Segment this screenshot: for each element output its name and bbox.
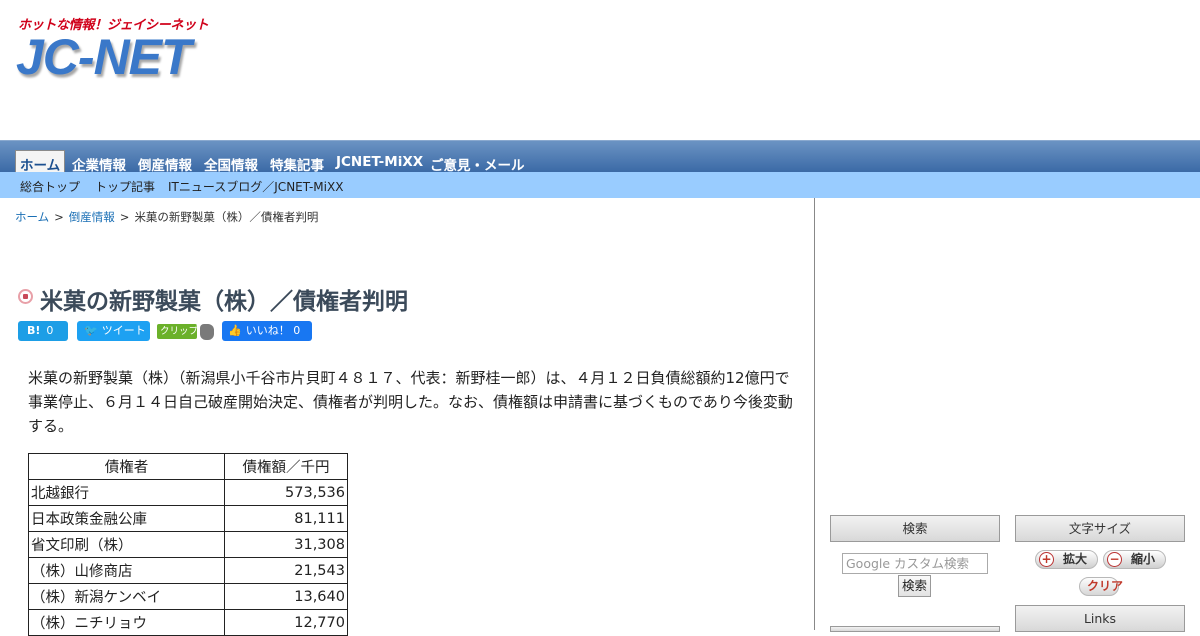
title-bullet-icon — [18, 289, 33, 304]
shrink-label: 縮小 — [1131, 552, 1156, 566]
table-row: 省文印刷（株） 31,308 — [28, 531, 348, 558]
column-header-amount: 債権額／千円 — [224, 453, 348, 480]
nav-item-jcnet-mixx[interactable]: JCNET-MiXX — [336, 154, 423, 170]
creditor-name: 省文印刷（株） — [28, 531, 225, 558]
enlarge-label: 拡大 — [1063, 552, 1088, 566]
site-header: ホットな情報！ジェイシーネット JC-NET — [0, 0, 1200, 140]
sub-nav: 総合トップ トップ記事 ITニュースブログ／JCNET-MiXX — [0, 172, 1200, 198]
nav-item-home[interactable]: ホーム — [15, 150, 66, 174]
plus-icon: + — [1039, 552, 1054, 567]
breadcrumb-current: 米菓の新野製菓（株）／債権者判明 — [134, 210, 319, 224]
subnav-item-it-news[interactable]: ITニュースブログ／JCNET-MiXX — [168, 178, 343, 195]
breadcrumb-category[interactable]: 倒産情報 — [69, 210, 115, 224]
hatena-bookmark-button[interactable]: B! 0 — [18, 321, 68, 341]
main-nav: ホーム 企業情報 倒産情報 全国情報 特集記事 JCNET-MiXX ご意見・メ… — [0, 140, 1200, 174]
creditor-amount: 573,536 — [224, 479, 348, 506]
breadcrumb-home[interactable]: ホーム — [15, 210, 49, 224]
clip-button[interactable]: クリップ — [157, 324, 198, 339]
site-logo[interactable]: ホットな情報！ジェイシーネット JC-NET — [16, 14, 216, 94]
creditor-amount: 81,111 — [224, 505, 348, 532]
nav-item-company[interactable]: 企業情報 — [72, 154, 126, 174]
enlarge-text-button[interactable]: + 拡大 — [1035, 550, 1098, 569]
article-body: 米菓の新野製菓（株）（新潟県小千谷市片貝町４８１７、代表：新野桂一郎）は、４月１… — [28, 369, 793, 435]
nav-item-bankruptcy[interactable]: 倒産情報 — [138, 154, 192, 174]
creditor-name: （株）山修商店 — [28, 557, 225, 584]
tweet-button[interactable]: 🐦 ツイート — [77, 321, 150, 341]
facebook-like-button[interactable]: 👍 いいね！ 0 — [222, 321, 312, 341]
subnav-item-top[interactable]: 総合トップ — [20, 178, 80, 195]
evernote-icon[interactable] — [200, 324, 214, 340]
search-input[interactable]: Google カスタム検索 — [842, 553, 988, 574]
thumbs-up-icon: 👍 — [228, 324, 242, 337]
creditor-name: （株）新潟ケンベイ — [28, 583, 225, 610]
font-size-panel-header: 文字サイズ — [1015, 515, 1185, 542]
creditor-table: 債権者 債権額／千円 北越銀行 573,536 日本政策金融公庫 81,111 … — [28, 453, 348, 636]
breadcrumb-separator: > — [119, 210, 130, 224]
nav-item-features[interactable]: 特集記事 — [270, 154, 324, 174]
shrink-text-button[interactable]: − 縮小 — [1103, 550, 1166, 569]
search-button[interactable]: 検索 — [898, 575, 931, 597]
creditor-amount: 21,543 — [224, 557, 348, 584]
hatena-label: B! — [27, 324, 41, 337]
twitter-bird-icon: 🐦 — [84, 324, 98, 337]
table-header-row: 債権者 債権額／千円 — [28, 453, 348, 480]
breadcrumb-separator: > — [54, 210, 64, 224]
breadcrumb: ホーム > 倒産情報 > 米菓の新野製菓（株）／債権者判明 — [15, 209, 318, 225]
creditor-name: 北越銀行 — [28, 479, 225, 506]
tweet-label: ツイート — [101, 324, 146, 337]
clear-label: クリア — [1087, 579, 1124, 593]
clear-text-size-button[interactable]: クリア — [1079, 577, 1123, 596]
table-row: （株）ニチリョウ 12,770 — [28, 609, 348, 636]
nav-item-contact[interactable]: ご意見・メール — [430, 154, 525, 174]
search-panel-header: 検索 — [830, 515, 1000, 542]
minus-icon: − — [1107, 552, 1122, 567]
subnav-item-top-articles[interactable]: トップ記事 — [95, 178, 155, 195]
nav-item-national[interactable]: 全国情報 — [204, 154, 258, 174]
table-row: 北越銀行 573,536 — [28, 479, 348, 506]
creditor-amount: 13,640 — [224, 583, 348, 610]
table-row: （株）新潟ケンベイ 13,640 — [28, 583, 348, 610]
table-row: （株）山修商店 21,543 — [28, 557, 348, 584]
creditor-amount: 12,770 — [224, 609, 348, 636]
page-title: 米菓の新野製菓（株）／債権者判明 — [40, 289, 408, 315]
sidebar-next-panel-header — [830, 626, 1000, 632]
hatena-count: 0 — [46, 324, 54, 337]
like-label: いいね！ — [245, 324, 290, 337]
column-header-creditor: 債権者 — [28, 453, 225, 480]
creditor-name: 日本政策金融公庫 — [28, 505, 225, 532]
table-row: 日本政策金融公庫 81,111 — [28, 505, 348, 532]
logo-wordmark: JC-NET — [16, 29, 192, 85]
column-divider — [814, 198, 815, 630]
links-panel-header: Links — [1015, 605, 1185, 632]
creditor-amount: 31,308 — [224, 531, 348, 558]
like-count: 0 — [293, 324, 301, 337]
creditor-name: （株）ニチリョウ — [28, 609, 225, 636]
